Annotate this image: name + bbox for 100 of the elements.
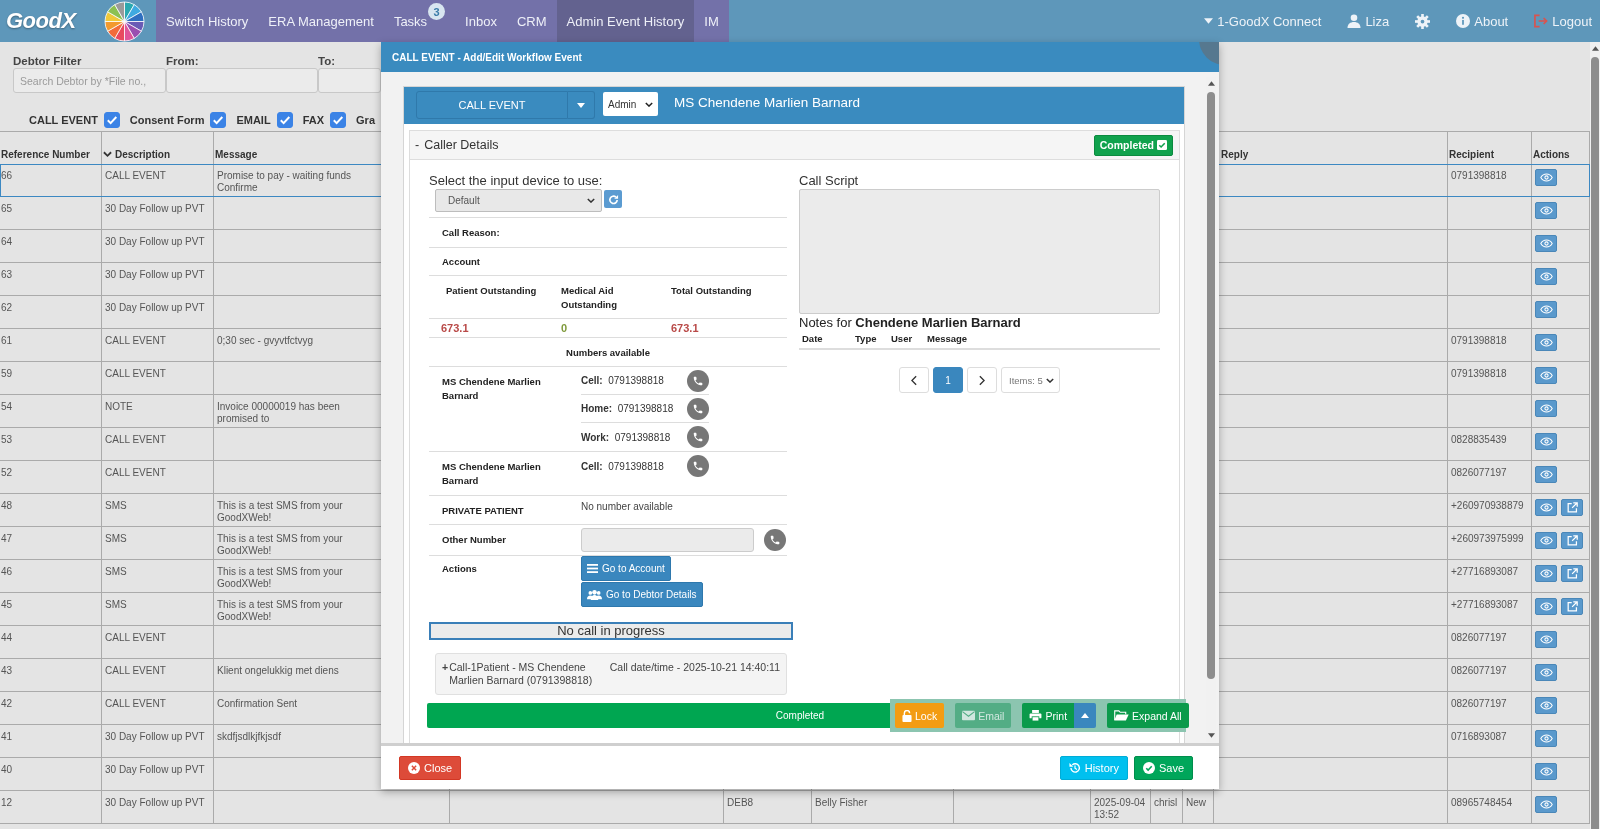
table-row[interactable]: 12 30 Day Follow up PVT DEB8 Belly Fisher 2025-09-04 13:52 chrisl New 08965748454 xyxy=(0,791,1590,824)
completed-button[interactable]: Completed xyxy=(1093,134,1173,156)
menu-item[interactable]: Inbox xyxy=(455,0,507,42)
go-to-debtor-details-button[interactable]: Go to Debtor Details xyxy=(581,582,703,607)
view-button[interactable] xyxy=(1535,730,1557,747)
scrollbar-thumb[interactable] xyxy=(1591,57,1599,829)
view-button[interactable] xyxy=(1535,433,1557,450)
caret-up-icon[interactable] xyxy=(1591,46,1599,51)
menu-item[interactable]: Admin Event History xyxy=(556,0,695,42)
column-header: Message xyxy=(927,333,969,344)
caret-down-icon[interactable] xyxy=(1207,733,1215,738)
view-button[interactable] xyxy=(1535,268,1557,285)
view-button[interactable] xyxy=(1535,565,1557,582)
checkbox[interactable] xyxy=(276,112,293,128)
view-button[interactable] xyxy=(1535,466,1557,483)
menu-item[interactable]: ERA Management xyxy=(258,0,384,42)
table-cell: 45 xyxy=(0,593,102,625)
other-number-field[interactable] xyxy=(581,528,754,552)
phone-icon[interactable] xyxy=(687,369,709,392)
view-button[interactable] xyxy=(1535,763,1557,780)
settings-icon[interactable] xyxy=(1415,13,1431,29)
share-icon xyxy=(1566,568,1578,579)
eye-icon xyxy=(1539,305,1553,314)
view-button[interactable] xyxy=(1535,631,1557,648)
expand-all-button[interactable]: Expand All xyxy=(1107,703,1189,728)
column-header[interactable]: Description xyxy=(102,132,214,164)
share-button[interactable] xyxy=(1561,499,1583,516)
about-link[interactable]: About xyxy=(1456,13,1509,29)
table-cell: 30 Day Follow up PVT xyxy=(102,296,214,328)
call-script-field[interactable] xyxy=(799,189,1160,314)
view-button[interactable] xyxy=(1535,796,1557,813)
lock-button[interactable]: Lock xyxy=(895,703,945,728)
filter-type-label: Consent Form xyxy=(129,114,205,126)
scrollbar[interactable] xyxy=(1590,42,1600,829)
view-button[interactable] xyxy=(1535,598,1557,615)
column-header[interactable]: Recipient xyxy=(1448,132,1532,164)
checkbox[interactable] xyxy=(103,112,120,128)
share-button[interactable] xyxy=(1561,532,1583,549)
user-menu[interactable]: Liza xyxy=(1347,13,1390,29)
message-text: Confirmation Sent xyxy=(217,698,299,710)
checkbox[interactable] xyxy=(210,112,227,128)
call-card[interactable]: +Call-1Patient - MS Chendene Marlien Barnard (0791398818) Call date/time - 2025-10-21 14:40:11 xyxy=(435,653,787,695)
go-to-account-button[interactable]: Go to Account xyxy=(581,556,671,581)
phone-icon[interactable] xyxy=(687,397,709,420)
share-button[interactable] xyxy=(1561,565,1583,582)
search-field[interactable]: Search Debtor by *File no., xyxy=(13,68,166,93)
page-size-select[interactable]: Items: 5 xyxy=(1001,367,1060,393)
check-circle-icon xyxy=(1142,761,1155,774)
date-field[interactable] xyxy=(318,68,381,93)
phone-icon[interactable] xyxy=(687,426,709,448)
view-button[interactable] xyxy=(1535,202,1557,219)
device-select[interactable]: Default xyxy=(435,189,602,212)
previous-page-button[interactable] xyxy=(899,367,929,393)
table-cell: 66 xyxy=(0,164,102,196)
view-button[interactable] xyxy=(1535,235,1557,252)
other-number-label: Other Number xyxy=(441,533,507,547)
refresh-button[interactable] xyxy=(604,190,622,208)
collapse-toggle[interactable]: - xyxy=(415,138,420,152)
table-cell: 65 xyxy=(0,197,102,229)
share-button[interactable] xyxy=(1561,598,1583,615)
logout-link[interactable]: Logout xyxy=(1534,13,1592,29)
menu-item[interactable]: CRM xyxy=(506,0,557,42)
amount-value: 673.1 xyxy=(671,321,699,335)
close-button[interactable]: Close xyxy=(399,755,462,780)
next-page-button[interactable] xyxy=(967,367,997,393)
save-button[interactable]: Save xyxy=(1133,755,1193,780)
page-button[interactable]: 1 xyxy=(933,367,963,393)
role-select[interactable]: Admin xyxy=(603,92,658,116)
view-button[interactable] xyxy=(1535,532,1557,549)
table-cell: 0791398818 xyxy=(1448,329,1532,361)
logo-text[interactable]: GoodX xyxy=(6,8,76,34)
dropdown-toggle-button[interactable] xyxy=(568,91,595,119)
table-cell: 30 Day Follow up PVT xyxy=(102,725,214,757)
practice-dropdown[interactable]: 1-GoodX Connect xyxy=(1204,13,1322,29)
expand-toggle[interactable]: + xyxy=(442,661,449,674)
view-button[interactable] xyxy=(1535,169,1557,186)
history-button[interactable]: History xyxy=(1059,755,1128,780)
view-button[interactable] xyxy=(1535,334,1557,351)
event-type-button[interactable]: CALL EVENT xyxy=(416,91,568,119)
caret-up-icon[interactable] xyxy=(1207,81,1215,86)
checkbox[interactable] xyxy=(330,112,347,128)
dropdown-toggle-button[interactable] xyxy=(1074,703,1097,728)
phone-icon[interactable] xyxy=(687,455,709,477)
phone-number: Cell: 0791398818 xyxy=(581,375,664,386)
phone-icon[interactable] xyxy=(764,529,786,551)
column-header[interactable]: Reference Number xyxy=(0,132,102,164)
view-button[interactable] xyxy=(1535,301,1557,318)
view-button[interactable] xyxy=(1535,400,1557,417)
print-button[interactable]: Print xyxy=(1022,703,1075,728)
view-button[interactable] xyxy=(1535,697,1557,714)
menu-item[interactable]: IM xyxy=(694,0,729,42)
menu-item[interactable]: Switch History xyxy=(156,0,259,42)
view-button[interactable] xyxy=(1535,499,1557,516)
view-button[interactable] xyxy=(1535,367,1557,384)
phone-number: Cell: 0791398818 xyxy=(581,460,664,472)
table-cell: 0826077197 xyxy=(1448,626,1532,658)
menu-item[interactable]: Tasks 3 xyxy=(383,0,456,42)
date-field[interactable] xyxy=(166,68,318,93)
view-button[interactable] xyxy=(1535,664,1557,681)
scrollbar-thumb[interactable] xyxy=(1207,92,1215,679)
